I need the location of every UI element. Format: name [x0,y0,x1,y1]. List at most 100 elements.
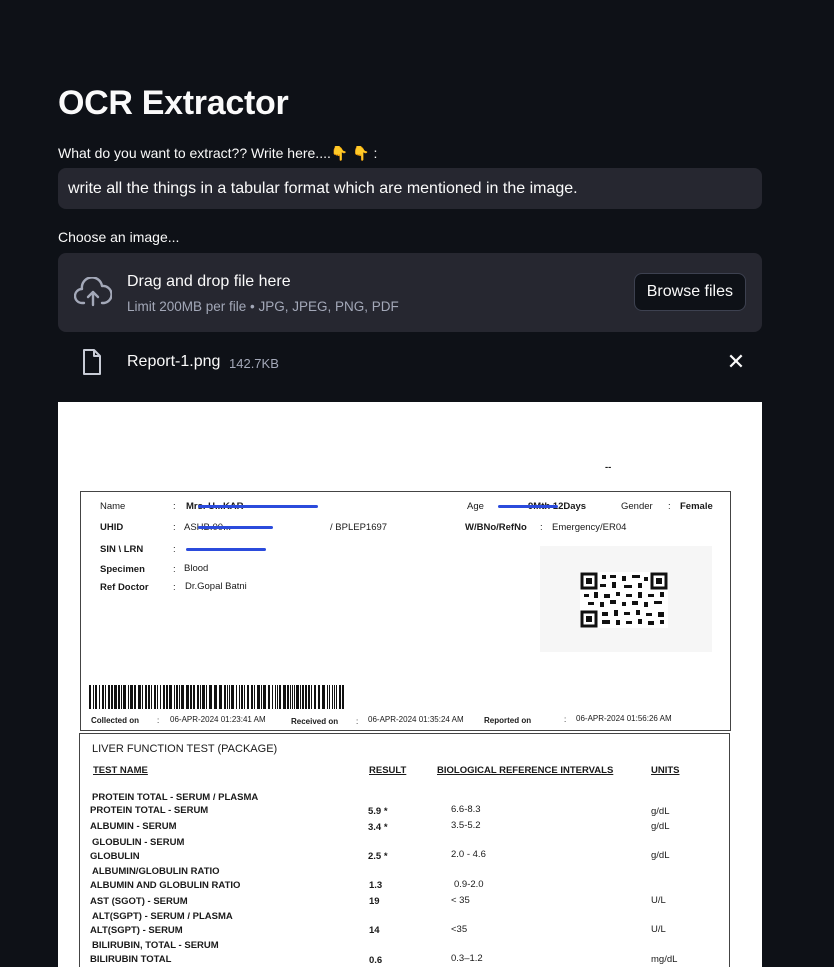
barcode-bar [277,685,278,709]
row-unit: mg/dL [651,954,678,965]
barcode-bar [342,685,344,709]
redaction-mark [198,505,318,508]
close-icon[interactable]: ✕ [726,351,746,373]
barcode-bar [292,685,293,709]
col-test-name: TEST NAME [93,765,148,776]
row-name: GLOBULIN [90,851,140,862]
barcode-bar [179,685,180,709]
barcode-bar [105,685,106,709]
barcode-bar [231,685,234,709]
barcode-bar [95,685,97,709]
report-image-preview: -- Name : Mrs. U...KAR UHID : ASHB.00...… [58,402,762,967]
group-heading: PROTEIN TOTAL - SERUM / PLASMA [92,792,259,803]
barcode-bar [336,685,337,709]
barcode-bar [142,685,143,709]
barcode-bar [263,685,266,709]
barcode-bar [190,685,192,709]
row-name: BILIRUBIN TOTAL [90,954,172,965]
barcode-bar [130,685,133,709]
barcode-bar [287,685,289,709]
barcode-bar [166,685,168,709]
row-name: ALBUMIN AND GLOBULIN RATIO [90,880,241,891]
barcode-bar [99,685,100,709]
row-range: 2.0 - 4.6 [451,849,486,860]
barcode-bar [318,685,320,709]
uploaded-file-row: Report-1.png 142.7KB ✕ [58,345,762,381]
barcode-bar [279,685,281,709]
row-range: <35 [451,924,468,935]
col-units: UNITS [651,765,680,776]
browse-files-button[interactable]: Browse files [633,273,746,311]
barcode-bar [327,685,328,709]
barcode-bar [114,685,117,709]
barcode-bar [305,685,307,709]
barcode-bar [128,685,129,709]
prompt-label: What do you want to extract?? Write here… [58,145,378,161]
row-range: 6.6-8.3 [451,804,481,815]
gender-label: Gender [621,501,653,512]
barcode-bar [294,685,295,709]
cloud-upload-icon [74,277,112,307]
barcode-bar [181,685,184,709]
row-result: 0.6 [369,955,383,966]
dropzone-instruction: Drag and drop file here [127,273,291,290]
row-name: ALBUMIN - SERUM [90,821,177,832]
barcode-bar [247,685,249,709]
barcode-bar [157,685,158,709]
barcode-bar [334,685,335,709]
row-name: ALT(SGPT) - SERUM [90,925,183,936]
group-heading: ALBUMIN/GLOBULIN RATIO [92,866,220,877]
barcode-bar [302,685,304,709]
col-reference: BIOLOGICAL REFERENCE INTERVALS [437,765,614,776]
row-result: 2.5 * [368,851,388,862]
section-title: LIVER FUNCTION TEST (PACKAGE) [92,743,278,755]
row-result: 1.3 [369,880,383,891]
wb-value: Emergency/ER04 [552,522,627,533]
barcode-bar [134,685,136,709]
collected-label: Collected on [91,716,140,725]
barcode-bar [296,685,299,709]
row-range: 3.5-5.2 [451,820,481,831]
barcode-bar [160,685,161,709]
barcode-bar [214,685,217,709]
row-unit: g/dL [651,850,670,861]
barcode-bar [151,685,152,709]
barcode-bar [202,685,205,709]
sin-label: SIN \ LRN [100,544,144,555]
barcode-bar [197,685,199,709]
barcode-bar [206,685,207,709]
wb-label: W/BNo/RefNo [465,522,527,533]
barcode-bar [186,685,189,709]
barcode-bar [268,685,270,709]
barcode-bar [322,685,325,709]
row-result: 14 [369,925,380,936]
barcode-bar [254,685,255,709]
collected-value: 06-APR-2024 01:23:41 AM [170,715,266,724]
dropzone-limit: Limit 200MB per file • JPG, JPEG, PNG, P… [127,299,399,314]
barcode-bar [241,685,243,709]
barcode-bar [169,685,172,709]
barcode-bar [314,685,316,709]
qr-code-panel [540,546,712,652]
barcode-bar [163,685,165,709]
prompt-input[interactable]: write all the things in a tabular format… [58,168,762,209]
uploader-label: Choose an image... [58,229,180,245]
page-title: OCR Extractor [58,84,289,122]
reported-value: 06-APR-2024 01:56:26 AM [576,714,672,723]
redaction-mark [186,548,266,551]
ref-doctor-label: Ref Doctor [100,582,149,593]
barcode-bar [102,685,104,709]
group-heading: ALT(SGPT) - SERUM / PLASMA [92,911,233,922]
row-range: 0.3–1.2 [451,953,483,964]
barcode-bar [244,685,245,709]
row-range: 0.9-2.0 [454,879,484,890]
barcode-bar [251,685,253,709]
uhid-label: UHID [100,522,124,533]
barcode-bar [174,685,175,709]
barcode-bar [148,685,150,709]
barcode-bar [311,685,312,709]
report-dash: -- [605,462,612,473]
row-unit: g/dL [651,806,670,817]
col-result: RESULT [369,765,407,776]
file-dropzone[interactable]: Drag and drop file here Limit 200MB per … [58,253,762,332]
